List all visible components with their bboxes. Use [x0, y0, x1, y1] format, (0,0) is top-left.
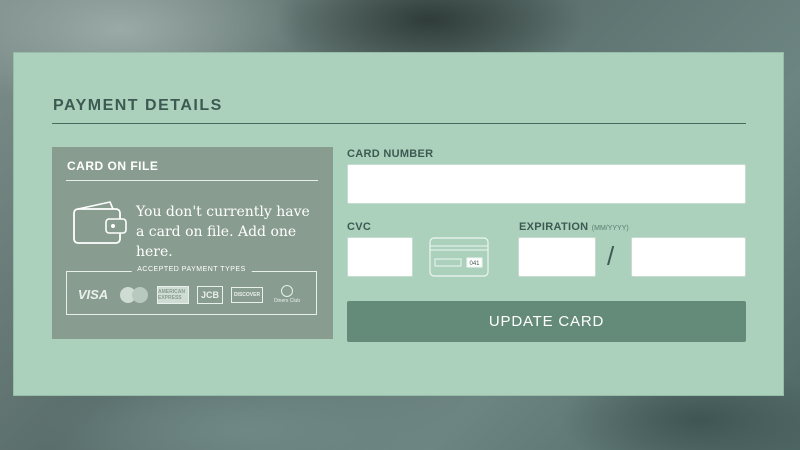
- cvc-card-icon: 041: [429, 237, 489, 277]
- wallet-icon: [73, 201, 127, 244]
- no-card-message: You don't currently have a card on file.…: [136, 204, 310, 260]
- expiration-format-hint: (MM/YYYY): [591, 225, 629, 232]
- card-number-input[interactable]: [347, 164, 746, 204]
- update-card-button[interactable]: UPDATE CARD: [347, 301, 746, 342]
- expiration-month-input[interactable]: [518, 237, 596, 277]
- payment-details-panel: PAYMENT DETAILS CARD ON FILE You don't c…: [13, 52, 784, 396]
- expiration-label: EXPIRATION (MM/YYYY): [519, 221, 629, 233]
- card-on-file-box: CARD ON FILE You don't currently have a …: [52, 147, 333, 339]
- expiration-year-input[interactable]: [631, 237, 746, 277]
- jcb-icon: JCB: [197, 285, 223, 304]
- accepted-payment-label: ACCEPTED PAYMENT TYPES: [131, 266, 252, 273]
- cvc-input[interactable]: [347, 237, 413, 277]
- discover-icon: DISCOVER: [231, 286, 263, 303]
- expiration-label-text: EXPIRATION: [519, 221, 589, 233]
- cvc-hint-digits: 041: [469, 261, 480, 267]
- card-number-label: CARD NUMBER: [347, 148, 434, 160]
- page-title: PAYMENT DETAILS: [53, 97, 223, 114]
- card-on-file-divider: [66, 180, 318, 181]
- diners-club-label: Diners Club: [273, 298, 301, 304]
- card-on-file-heading: CARD ON FILE: [67, 159, 159, 173]
- title-divider: [52, 123, 746, 124]
- accepted-payment-types: ACCEPTED PAYMENT TYPES VISA AMERICAN EXP…: [66, 266, 317, 315]
- amex-icon: AMERICAN EXPRESS: [157, 285, 189, 304]
- cvc-label: CVC: [347, 221, 372, 233]
- mastercard-icon: [119, 286, 149, 304]
- expiration-separator: /: [607, 241, 615, 271]
- diners-club-icon: Diners Club: [271, 285, 303, 304]
- visa-icon: VISA: [77, 287, 109, 302]
